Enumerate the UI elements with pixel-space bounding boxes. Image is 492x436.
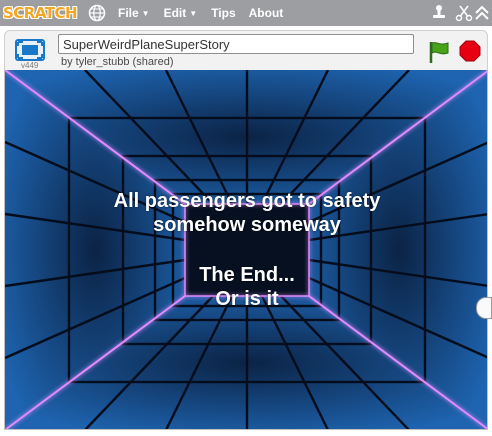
edit-menu-label: Edit (163, 6, 187, 20)
grow-icon[interactable] (474, 4, 490, 22)
about-menu-label: About (248, 6, 284, 20)
stop-icon[interactable] (459, 40, 481, 62)
edit-menu[interactable]: Edit ▼ (164, 0, 198, 26)
scratch-logo[interactable]: SCRATCH (3, 3, 78, 23)
stage-text-line: somehow someway (153, 214, 341, 236)
tunnel-backdrop (5, 70, 487, 429)
stage-text-line: The End... (199, 264, 295, 286)
chevron-down-icon: ▼ (141, 8, 150, 18)
tips-menu-label: Tips (211, 6, 236, 20)
chevron-down-icon: ▼ (189, 8, 198, 18)
about-menu[interactable]: About (249, 0, 284, 26)
stage-text-line: All passengers got to safety (113, 190, 381, 212)
fullscreen-icon[interactable] (15, 39, 45, 61)
green-flag-icon[interactable] (427, 40, 451, 64)
project-byline[interactable]: by tyler_stubb (shared) (61, 56, 174, 68)
project-header: v449 by tyler_stubb (shared) (4, 30, 488, 70)
menu-bar: SCRATCH File ▼ Edit ▼ Tips About (0, 0, 492, 26)
stage-text-line: Or is it (215, 288, 279, 310)
stamp-icon[interactable] (430, 4, 448, 22)
resize-handle[interactable] (476, 297, 492, 319)
scissors-icon[interactable] (455, 4, 473, 22)
file-menu-label: File (118, 6, 139, 20)
stage[interactable]: All passengers got to safety somehow som… (4, 70, 488, 430)
tips-menu[interactable]: Tips (211, 0, 235, 26)
version-label: v449 (21, 61, 39, 70)
globe-icon[interactable] (88, 4, 106, 22)
file-menu[interactable]: File ▼ (118, 0, 150, 26)
project-title-input[interactable] (58, 34, 414, 54)
